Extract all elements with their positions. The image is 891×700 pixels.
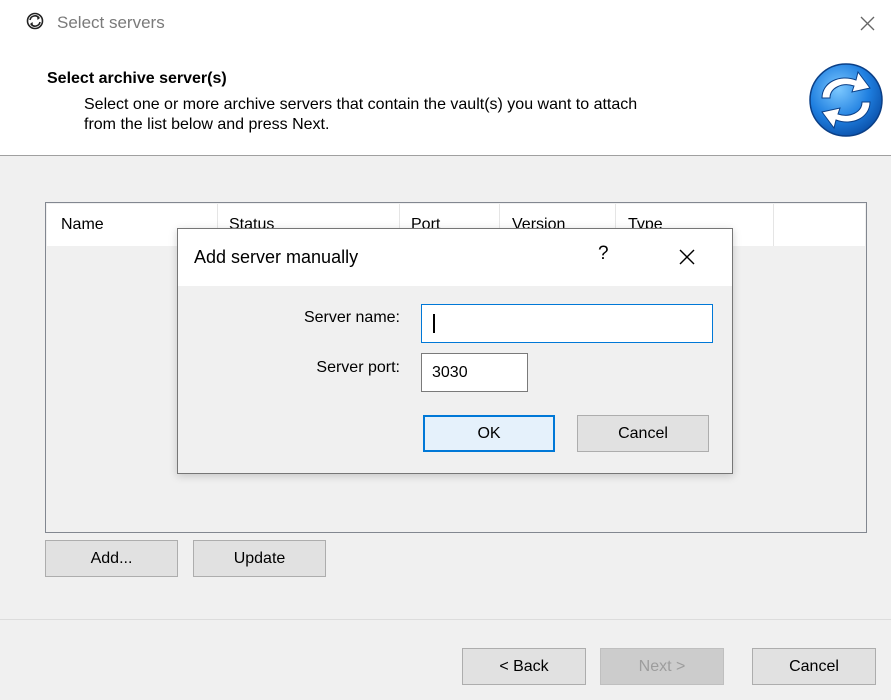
header-title: Select archive server(s) xyxy=(47,70,227,87)
server-port-label: Server port: xyxy=(316,359,400,376)
header-description-line-1: Select one or more archive servers that … xyxy=(84,96,638,113)
server-name-input[interactable] xyxy=(421,304,713,343)
ok-button[interactable]: OK xyxy=(423,415,555,452)
help-button[interactable]: ? xyxy=(598,243,609,265)
text-caret xyxy=(433,314,435,333)
update-button[interactable]: Update xyxy=(193,540,326,577)
header-description: Select one or more archive servers that … xyxy=(84,95,784,135)
cancel-button[interactable]: Cancel xyxy=(752,648,876,685)
next-button[interactable]: Next > xyxy=(600,648,724,685)
dialog-close-icon[interactable] xyxy=(677,247,697,267)
refresh-arrows-icon xyxy=(809,63,883,137)
close-icon[interactable] xyxy=(855,10,881,36)
wizard-header: Select archive server(s) Select one or m… xyxy=(0,46,891,156)
dialog-title: Add server manually xyxy=(194,247,359,267)
window-title: Select servers xyxy=(57,13,165,32)
dialog-title-bar: Add server manually ? xyxy=(178,229,732,286)
add-server-button[interactable]: Add... xyxy=(45,540,178,577)
server-port-input[interactable]: 3030 xyxy=(421,353,528,392)
dialog-cancel-button[interactable]: Cancel xyxy=(577,415,709,452)
title-bar: Select servers xyxy=(0,0,891,46)
back-button[interactable]: < Back xyxy=(462,648,586,685)
header-description-line-2: from the list below and press Next. xyxy=(84,116,330,133)
wizard-footer: < Back Next > Cancel xyxy=(0,620,891,700)
add-server-dialog: Add server manually ? Server name: Serve… xyxy=(177,228,733,474)
server-name-label: Server name: xyxy=(303,309,400,326)
column-divider xyxy=(773,204,774,246)
select-servers-window: Select servers Select archive server(s) … xyxy=(0,0,891,700)
server-port-value: 3030 xyxy=(432,363,468,381)
column-header-name[interactable]: Name xyxy=(61,216,104,234)
app-icon xyxy=(26,12,44,30)
